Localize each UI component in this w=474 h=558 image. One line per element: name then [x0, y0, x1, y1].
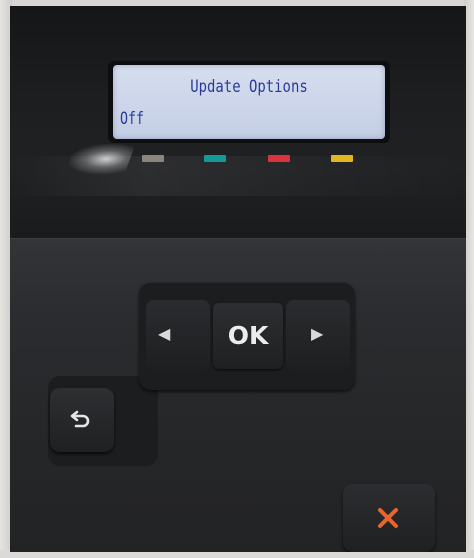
back-arrow-icon — [70, 410, 90, 428]
back-button[interactable] — [50, 388, 114, 452]
lcd-menu-title: Update Options — [190, 77, 308, 97]
close-icon — [378, 508, 398, 528]
printer-control-panel: Update Options Off ◀ OK ▶ — [10, 6, 466, 552]
ok-button[interactable]: OK — [213, 303, 283, 369]
ink-indicator-cyan — [204, 155, 226, 162]
cancel-button[interactable] — [343, 484, 435, 552]
ink-indicator-magenta — [268, 155, 290, 162]
light-glare — [64, 144, 136, 174]
left-arrow-icon: ◀ — [158, 324, 171, 343]
right-arrow-icon: ▶ — [311, 324, 324, 343]
lcd-screen: Update Options Off — [113, 65, 385, 139]
lcd-menu-value: Off — [120, 109, 144, 129]
ink-indicator-yellow — [331, 155, 353, 162]
left-button[interactable] — [146, 300, 210, 372]
ink-indicator-gray — [142, 155, 164, 162]
